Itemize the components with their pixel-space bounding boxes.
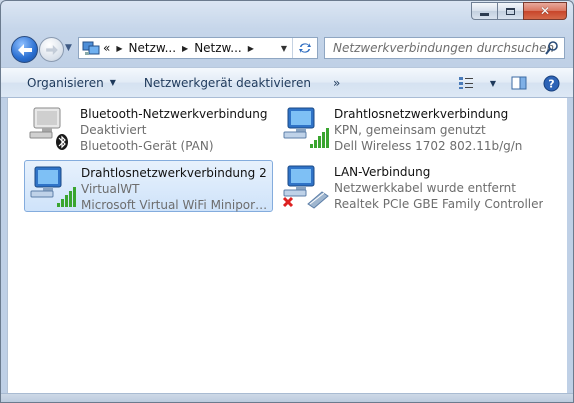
connection-name: Drahtlosnetzwerkverbindung 2 bbox=[81, 166, 267, 180]
view-dropdown[interactable]: ▼ bbox=[487, 72, 499, 94]
arrow-left-icon bbox=[17, 43, 32, 56]
connection-device: Microsoft Virtual WiFi Miniport A... bbox=[81, 198, 271, 212]
connection-name: LAN-Verbindung bbox=[334, 165, 431, 179]
caret-down-icon: ▼ bbox=[109, 78, 116, 87]
command-bar: Organisieren ▼ Netzwerkgerät deaktiviere… bbox=[1, 67, 573, 98]
maximize-icon bbox=[506, 7, 515, 15]
chevron-right-icon[interactable]: ▶ bbox=[179, 44, 191, 53]
close-button[interactable]: ✕ bbox=[523, 2, 567, 20]
refresh-icon bbox=[299, 43, 311, 53]
organize-label: Organisieren bbox=[27, 75, 104, 90]
more-commands-button[interactable]: » bbox=[325, 76, 348, 90]
chevron-right-icon[interactable]: ▶ bbox=[245, 44, 257, 53]
status-bar bbox=[1, 393, 573, 402]
connection-item-lan[interactable]: LAN-Verbindung Netzwerkkabel wurde entfe… bbox=[278, 160, 558, 212]
help-icon: ? bbox=[543, 75, 559, 91]
change-view-button[interactable] bbox=[455, 72, 479, 94]
more-commands-label: » bbox=[332, 75, 341, 90]
connections-list: Bluetooth-Netzwerkverbindung Deaktiviert… bbox=[7, 98, 567, 395]
preview-pane-icon bbox=[511, 76, 527, 90]
connection-device: Dell Wireless 1702 802.11b/g/n bbox=[334, 139, 523, 153]
title-bar: ✕ bbox=[1, 1, 573, 29]
lan-disconnected-icon bbox=[278, 160, 334, 210]
breadcrumb-overflow[interactable]: « bbox=[100, 41, 113, 55]
forward-button[interactable] bbox=[39, 37, 64, 62]
connection-device: Bluetooth-Gerät (PAN) bbox=[80, 139, 214, 153]
maximize-button[interactable] bbox=[497, 2, 523, 20]
search-icon[interactable] bbox=[544, 40, 560, 56]
navigation-bar: ▼ « ▶ Netzw... ▶ Netzw... ▶ ▼ Netzwerkve bbox=[1, 33, 573, 65]
breadcrumb-item[interactable]: Netzw... bbox=[126, 41, 180, 55]
toolbar-right: ▼ ? bbox=[455, 72, 563, 94]
caption-buttons: ✕ bbox=[471, 2, 567, 20]
svg-text:?: ? bbox=[548, 77, 554, 90]
connection-text: Bluetooth-Netzwerkverbindung Deaktiviert… bbox=[80, 102, 267, 154]
connection-text: Drahtlosnetzwerkverbindung KPN, gemeinsa… bbox=[334, 102, 522, 154]
back-button[interactable] bbox=[11, 36, 38, 63]
view-options-icon bbox=[459, 77, 473, 89]
organize-button[interactable]: Organisieren ▼ bbox=[19, 76, 124, 90]
connection-status: VirtualWT bbox=[81, 182, 140, 196]
network-folder-icon bbox=[82, 41, 100, 55]
connection-status: Netzwerkkabel wurde entfernt bbox=[334, 181, 516, 195]
connection-name: Bluetooth-Netzwerkverbindung bbox=[80, 107, 268, 121]
connection-device: Realtek PCIe GBE Family Controller bbox=[334, 197, 544, 211]
minimize-button[interactable] bbox=[471, 2, 497, 20]
search-box[interactable]: Netzwerkverbindungen durchsuchen bbox=[324, 37, 565, 59]
arrow-right-icon bbox=[45, 44, 58, 55]
connection-status: KPN, gemeinsam genutzt bbox=[334, 123, 486, 137]
connection-status: Deaktiviert bbox=[80, 123, 147, 137]
disable-device-button[interactable]: Netzwerkgerät deaktivieren bbox=[136, 76, 319, 90]
bluetooth-network-icon bbox=[24, 102, 80, 152]
refresh-button[interactable] bbox=[292, 38, 317, 58]
address-bar[interactable]: « ▶ Netzw... ▶ Netzw... ▶ ▼ bbox=[78, 37, 318, 59]
minimize-icon bbox=[480, 12, 489, 16]
chevron-right-icon[interactable]: ▶ bbox=[113, 44, 125, 53]
wireless-network-icon bbox=[278, 102, 334, 152]
connection-item-wireless[interactable]: Drahtlosnetzwerkverbindung KPN, gemeinsa… bbox=[278, 102, 558, 154]
connection-text: Drahtlosnetzwerkverbindung 2 VirtualWT M… bbox=[81, 161, 271, 213]
connection-item-wireless-2[interactable]: Drahtlosnetzwerkverbindung 2 VirtualWT M… bbox=[24, 160, 273, 212]
address-history-dropdown[interactable]: ▼ bbox=[277, 38, 291, 58]
connection-text: LAN-Verbindung Netzwerkkabel wurde entfe… bbox=[334, 160, 543, 212]
disable-device-label: Netzwerkgerät deaktivieren bbox=[143, 75, 311, 90]
help-button[interactable]: ? bbox=[539, 72, 563, 94]
explorer-window: ✕ ▼ « ▶ Netzw... ▶ Netzw... ▶ ▼ Netzwerk… bbox=[0, 0, 574, 403]
recent-pages-dropdown[interactable]: ▼ bbox=[65, 43, 75, 53]
close-icon: ✕ bbox=[539, 4, 551, 18]
preview-pane-button[interactable] bbox=[507, 72, 531, 94]
connection-item-bluetooth[interactable]: Bluetooth-Netzwerkverbindung Deaktiviert… bbox=[24, 102, 274, 154]
connection-name: Drahtlosnetzwerkverbindung bbox=[334, 107, 509, 121]
wireless-network-icon bbox=[25, 161, 81, 211]
search-placeholder: Netzwerkverbindungen durchsuchen bbox=[333, 41, 555, 55]
breadcrumb-item[interactable]: Netzw... bbox=[191, 41, 245, 55]
